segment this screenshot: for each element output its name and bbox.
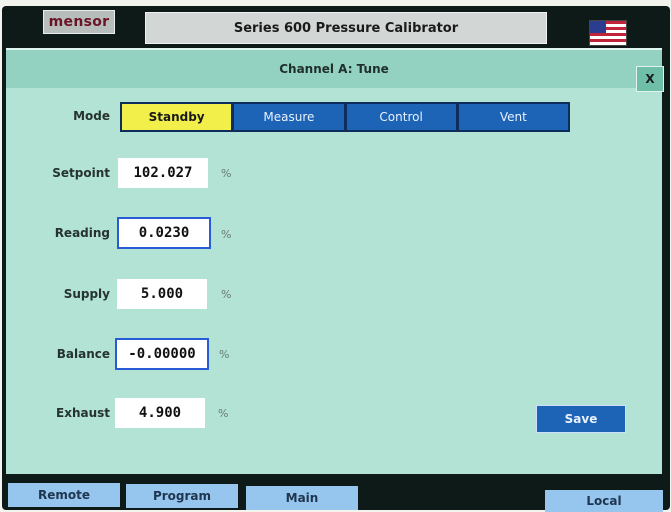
flag-canton bbox=[590, 21, 606, 33]
mode-label: Mode bbox=[73, 109, 110, 123]
mode-control-button[interactable]: Control bbox=[346, 104, 456, 130]
exhaust-label: Exhaust bbox=[56, 406, 110, 420]
supply-unit: % bbox=[221, 288, 232, 301]
balance-field[interactable]: -0.00000 bbox=[115, 338, 209, 370]
close-button[interactable]: X bbox=[636, 66, 664, 92]
program-button[interactable]: Program bbox=[126, 484, 238, 508]
supply-field[interactable]: 5.000 bbox=[117, 279, 207, 309]
reading-label: Reading bbox=[54, 226, 110, 240]
panel-header: Channel A: Tune bbox=[6, 50, 662, 88]
mode-selector: Standby Measure Control Vent bbox=[120, 102, 570, 132]
exhaust-field[interactable]: 4.900 bbox=[115, 398, 205, 428]
setpoint-field[interactable]: 102.027 bbox=[118, 158, 208, 188]
balance-label: Balance bbox=[56, 347, 110, 361]
reading-unit: % bbox=[221, 228, 232, 241]
setpoint-unit: % bbox=[221, 167, 232, 180]
mode-vent-button[interactable]: Vent bbox=[458, 104, 568, 130]
balance-unit: % bbox=[219, 348, 230, 361]
local-button[interactable]: Local bbox=[545, 490, 663, 512]
app-title: Series 600 Pressure Calibrator bbox=[233, 20, 459, 36]
supply-label: Supply bbox=[63, 287, 110, 301]
mode-measure-button[interactable]: Measure bbox=[234, 104, 344, 130]
panel-title: Channel A: Tune bbox=[279, 62, 389, 76]
logo-text: mensor bbox=[48, 14, 110, 30]
mode-standby-button[interactable]: Standby bbox=[122, 104, 232, 130]
main-button[interactable]: Main bbox=[246, 486, 358, 510]
save-button[interactable]: Save bbox=[536, 405, 626, 433]
mensor-logo: mensor bbox=[43, 10, 115, 34]
setpoint-label: Setpoint bbox=[52, 166, 110, 180]
exhaust-unit: % bbox=[218, 407, 229, 420]
reading-field[interactable]: 0.0230 bbox=[117, 217, 211, 249]
title-bar: Series 600 Pressure Calibrator bbox=[145, 12, 547, 44]
us-flag-icon bbox=[589, 20, 627, 46]
remote-button[interactable]: Remote bbox=[8, 483, 120, 507]
